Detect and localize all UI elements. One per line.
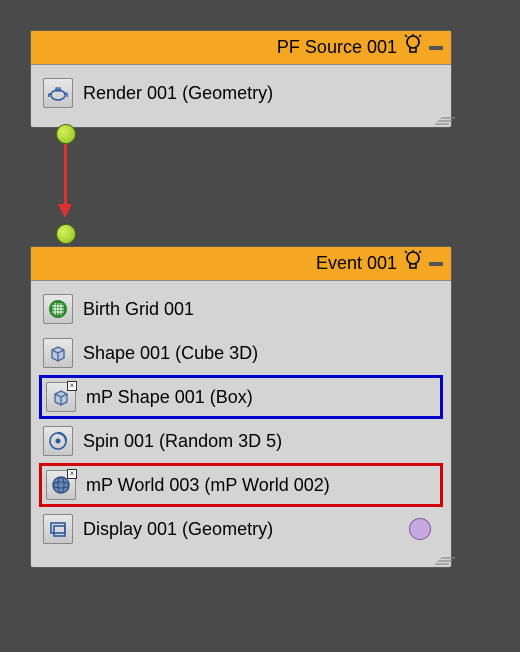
node-header[interactable]: Event 001 [31, 247, 451, 281]
lightbulb-icon[interactable] [403, 34, 423, 61]
node-title: PF Source 001 [277, 37, 397, 58]
operator-row[interactable]: Birth Grid 001 [39, 287, 443, 331]
node-header[interactable]: PF Source 001 [31, 31, 451, 65]
connector-out[interactable] [56, 124, 76, 144]
teapot-icon [43, 78, 73, 108]
operator-label: mP World 003 (mP World 002) [86, 475, 330, 496]
node-pf-source[interactable]: PF Source 001 Render 001 (Geometry) [30, 30, 452, 128]
grid-icon [43, 294, 73, 324]
node-body: Birth Grid 001 Shape 001 (Cube 3D) × mP … [31, 281, 451, 559]
operator-label: Shape 001 (Cube 3D) [83, 343, 258, 364]
globe-icon: × [46, 470, 76, 500]
x-badge-icon: × [67, 381, 77, 391]
operator-label: mP Shape 001 (Box) [86, 387, 253, 408]
resize-grip[interactable] [434, 115, 448, 125]
collapse-icon[interactable] [429, 46, 443, 50]
display-color-dot[interactable] [409, 518, 431, 540]
node-event[interactable]: Event 001 Birth Grid 001 Shape 001 (Cube… [30, 246, 452, 568]
operator-row-highlighted[interactable]: × mP Shape 001 (Box) [39, 375, 443, 419]
operator-row-highlighted[interactable]: × mP World 003 (mP World 002) [39, 463, 443, 507]
resize-grip[interactable] [434, 555, 448, 565]
flow-arrow-head-icon [58, 204, 72, 218]
cube-icon [43, 338, 73, 368]
cube-icon: × [46, 382, 76, 412]
flow-arrow-line [64, 144, 67, 206]
lightbulb-icon[interactable] [403, 250, 423, 277]
spin-icon [43, 426, 73, 456]
operator-row[interactable]: Shape 001 (Cube 3D) [39, 331, 443, 375]
operator-label: Render 001 (Geometry) [83, 83, 273, 104]
display-icon [43, 514, 73, 544]
node-body: Render 001 (Geometry) [31, 65, 451, 123]
operator-row[interactable]: Display 001 (Geometry) [39, 507, 443, 551]
collapse-icon[interactable] [429, 262, 443, 266]
operator-label: Spin 001 (Random 3D 5) [83, 431, 282, 452]
operator-label: Display 001 (Geometry) [83, 519, 273, 540]
operator-row[interactable]: Render 001 (Geometry) [39, 71, 443, 115]
x-badge-icon: × [67, 469, 77, 479]
operator-label: Birth Grid 001 [83, 299, 194, 320]
operator-row[interactable]: Spin 001 (Random 3D 5) [39, 419, 443, 463]
connector-in[interactable] [56, 224, 76, 244]
node-title: Event 001 [316, 253, 397, 274]
